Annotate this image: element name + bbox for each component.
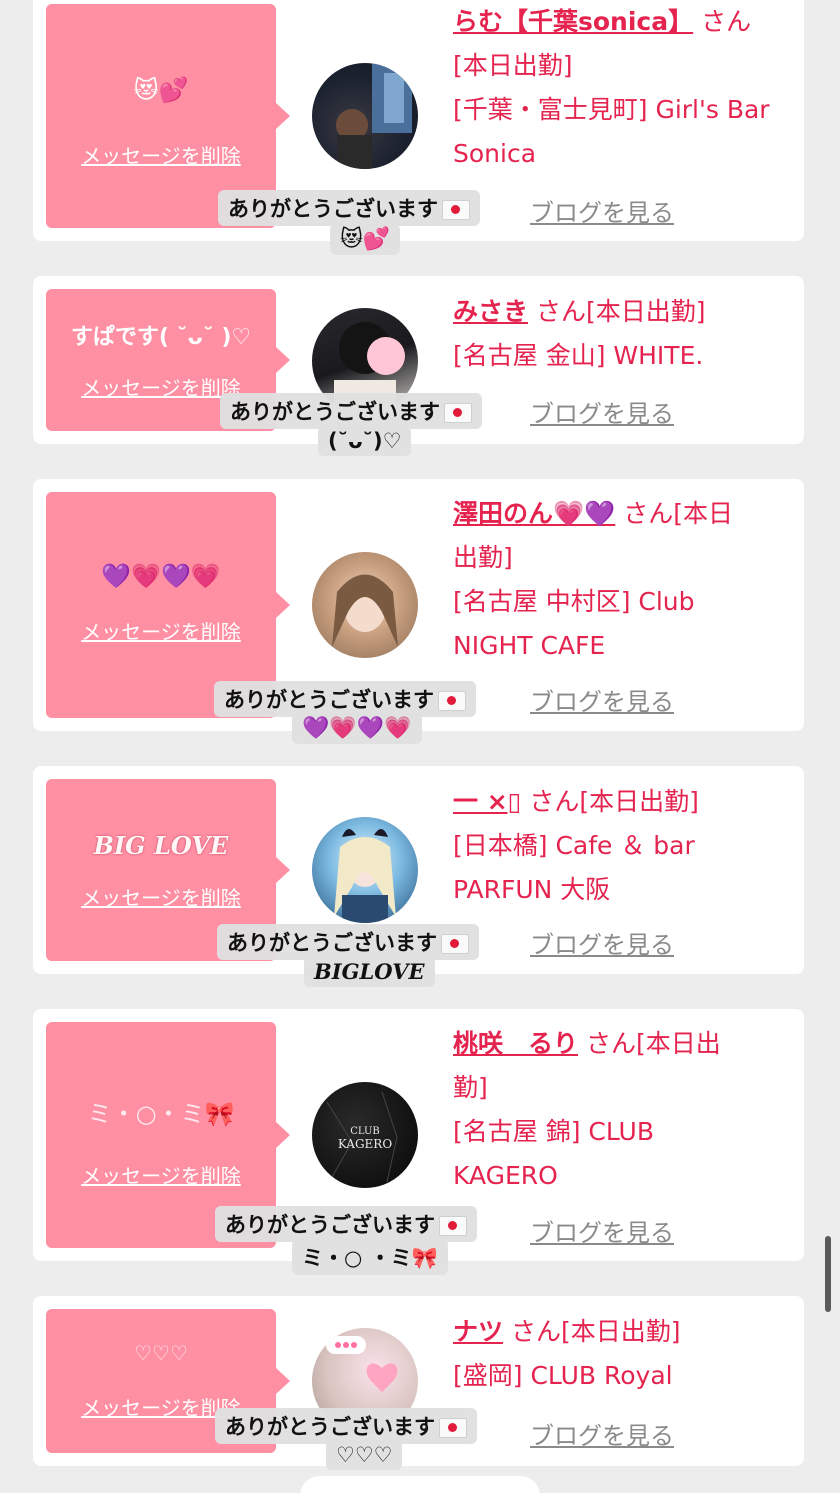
tooltip-message: ♡♡♡ bbox=[326, 1440, 403, 1470]
thanks-text: ありがとうございます bbox=[230, 400, 440, 424]
info-line: [名古屋 中村区] Club bbox=[453, 587, 695, 616]
message-text: すぱです( ˘ᴗ˘ )♡ bbox=[70, 325, 252, 350]
info-line: Sonica bbox=[453, 139, 537, 168]
tooltip-message: 😻💕 bbox=[330, 224, 401, 255]
thanks-text: ありがとうございます bbox=[224, 688, 434, 712]
girl-name-link[interactable]: ナツ bbox=[453, 1317, 503, 1346]
tooltip-message: (˘ᴗ˘)♡ bbox=[318, 426, 412, 456]
info-line: [本日出勤] bbox=[453, 51, 573, 80]
info-line: 出勤] bbox=[453, 543, 513, 572]
info-line: NIGHT CAFE bbox=[453, 631, 606, 660]
info-line: PARFUN 大阪 bbox=[453, 875, 611, 904]
thanks-tooltip: ありがとうございます bbox=[215, 1206, 477, 1242]
thanks-text: ありがとうございます bbox=[227, 931, 437, 955]
thanks-tooltip: ありがとうございます bbox=[218, 190, 480, 226]
girl-info: ナツ さん[本日出勤] [盛岡] CLUB Royal bbox=[453, 1310, 793, 1398]
delete-message-link[interactable]: メッセージを削除 bbox=[46, 616, 276, 645]
view-blog-link[interactable]: ブログを見る bbox=[530, 1213, 674, 1248]
view-blog-link[interactable]: ブログを見る bbox=[530, 682, 674, 717]
info-line: 勤] bbox=[453, 1073, 488, 1102]
honorific: さん[本日出勤] bbox=[503, 1317, 681, 1346]
logo-text: CLUB bbox=[350, 1126, 380, 1137]
info-line: [名古屋 金山] WHITE. bbox=[453, 341, 704, 370]
logo-text: KAGERO bbox=[338, 1137, 393, 1151]
honorific: さん[本日 bbox=[615, 499, 733, 528]
girl-info: 一 ×▯ さん[本日出勤] [日本橋] Cafe ＆ bar PARFUN 大阪 bbox=[453, 780, 793, 912]
love-letter-icon bbox=[444, 403, 472, 423]
avatar[interactable] bbox=[312, 817, 418, 923]
avatar-photo bbox=[332, 574, 398, 647]
honorific: さん[本日出勤] bbox=[521, 787, 699, 816]
message-text: BIG LOVE bbox=[93, 831, 229, 860]
message-list-page: 😻💕 メッセージを削除 らむ【千葉sonica】 さん [本日出勤] [千葉・富… bbox=[0, 0, 840, 1493]
info-line: KAGERO bbox=[453, 1161, 558, 1190]
bottom-floating-bar[interactable] bbox=[300, 1476, 540, 1493]
tooltip-message: ミ・○ ・ミ🎀 bbox=[292, 1239, 448, 1275]
avatar[interactable] bbox=[312, 63, 418, 169]
girl-name-link[interactable]: 一 ×▯ bbox=[453, 787, 521, 816]
info-line: [日本橋] Cafe ＆ bar bbox=[453, 831, 695, 860]
view-blog-link[interactable]: ブログを見る bbox=[530, 193, 674, 228]
message-text: ♡♡♡ bbox=[134, 1341, 188, 1365]
delete-message-link[interactable]: メッセージを削除 bbox=[46, 882, 276, 911]
avatar[interactable] bbox=[312, 552, 418, 658]
message-text: 😻💕 bbox=[133, 76, 189, 104]
girl-info: みさき さん[本日出勤] [名古屋 金山] WHITE. bbox=[453, 290, 793, 378]
delete-message-link[interactable]: メッセージを削除 bbox=[46, 140, 276, 169]
love-letter-icon bbox=[439, 1418, 467, 1438]
girl-info: らむ【千葉sonica】 さん [本日出勤] [千葉・富士見町] Girl's … bbox=[453, 0, 793, 176]
avatar-photo: CLUB KAGERO bbox=[326, 1091, 398, 1183]
thanks-tooltip: ありがとうございます bbox=[220, 393, 482, 429]
thanks-text: ありがとうございます bbox=[225, 1415, 435, 1439]
thanks-text: ありがとうございます bbox=[228, 197, 438, 221]
love-letter-icon bbox=[441, 934, 469, 954]
thanks-tooltip: ありがとうございます bbox=[214, 681, 476, 717]
thanks-tooltip: ありがとうございます bbox=[215, 1408, 477, 1444]
view-blog-link[interactable]: ブログを見る bbox=[530, 394, 674, 429]
honorific: さん[本日出 bbox=[578, 1029, 721, 1058]
girl-info: 澤田のん💗💜 さん[本日 出勤] [名古屋 中村区] Club NIGHT CA… bbox=[453, 492, 793, 668]
girl-name-link[interactable]: 桃咲 るり bbox=[453, 1029, 578, 1058]
girl-name-link[interactable]: 澤田のん💗💜 bbox=[453, 499, 615, 528]
love-letter-icon bbox=[439, 1216, 467, 1236]
honorific: さん bbox=[693, 7, 752, 36]
tooltip-message: BIGLOVE bbox=[304, 956, 435, 987]
scrollbar-thumb[interactable] bbox=[825, 1236, 831, 1312]
love-letter-icon bbox=[442, 200, 470, 220]
delete-message-link[interactable]: メッセージを削除 bbox=[46, 1160, 276, 1189]
thanks-tooltip: ありがとうございます bbox=[217, 924, 479, 960]
girl-name-link[interactable]: みさき bbox=[453, 297, 528, 326]
avatar-photo bbox=[334, 828, 396, 923]
honorific: さん[本日出勤] bbox=[528, 297, 706, 326]
tooltip-message: 💜💗💜💗 bbox=[292, 713, 422, 744]
message-text: ミ・○・ミ🎀 bbox=[87, 1100, 235, 1128]
view-blog-link[interactable]: ブログを見る bbox=[530, 1416, 674, 1451]
view-blog-link[interactable]: ブログを見る bbox=[530, 925, 674, 960]
girl-name-link[interactable]: らむ【千葉sonica】 bbox=[453, 7, 693, 36]
message-text: 💜💗💜💗 bbox=[101, 562, 221, 590]
avatar[interactable]: CLUB KAGERO bbox=[312, 1082, 418, 1188]
thanks-text: ありがとうございます bbox=[225, 1213, 435, 1237]
girl-info: 桃咲 るり さん[本日出 勤] [名古屋 錦] CLUB KAGERO bbox=[453, 1022, 793, 1198]
info-line: [千葉・富士見町] Girl's Bar bbox=[453, 95, 770, 124]
info-line: [名古屋 錦] CLUB bbox=[453, 1117, 654, 1146]
love-letter-icon bbox=[438, 691, 466, 711]
info-line: [盛岡] CLUB Royal bbox=[453, 1361, 673, 1390]
avatar-photo bbox=[336, 63, 412, 169]
